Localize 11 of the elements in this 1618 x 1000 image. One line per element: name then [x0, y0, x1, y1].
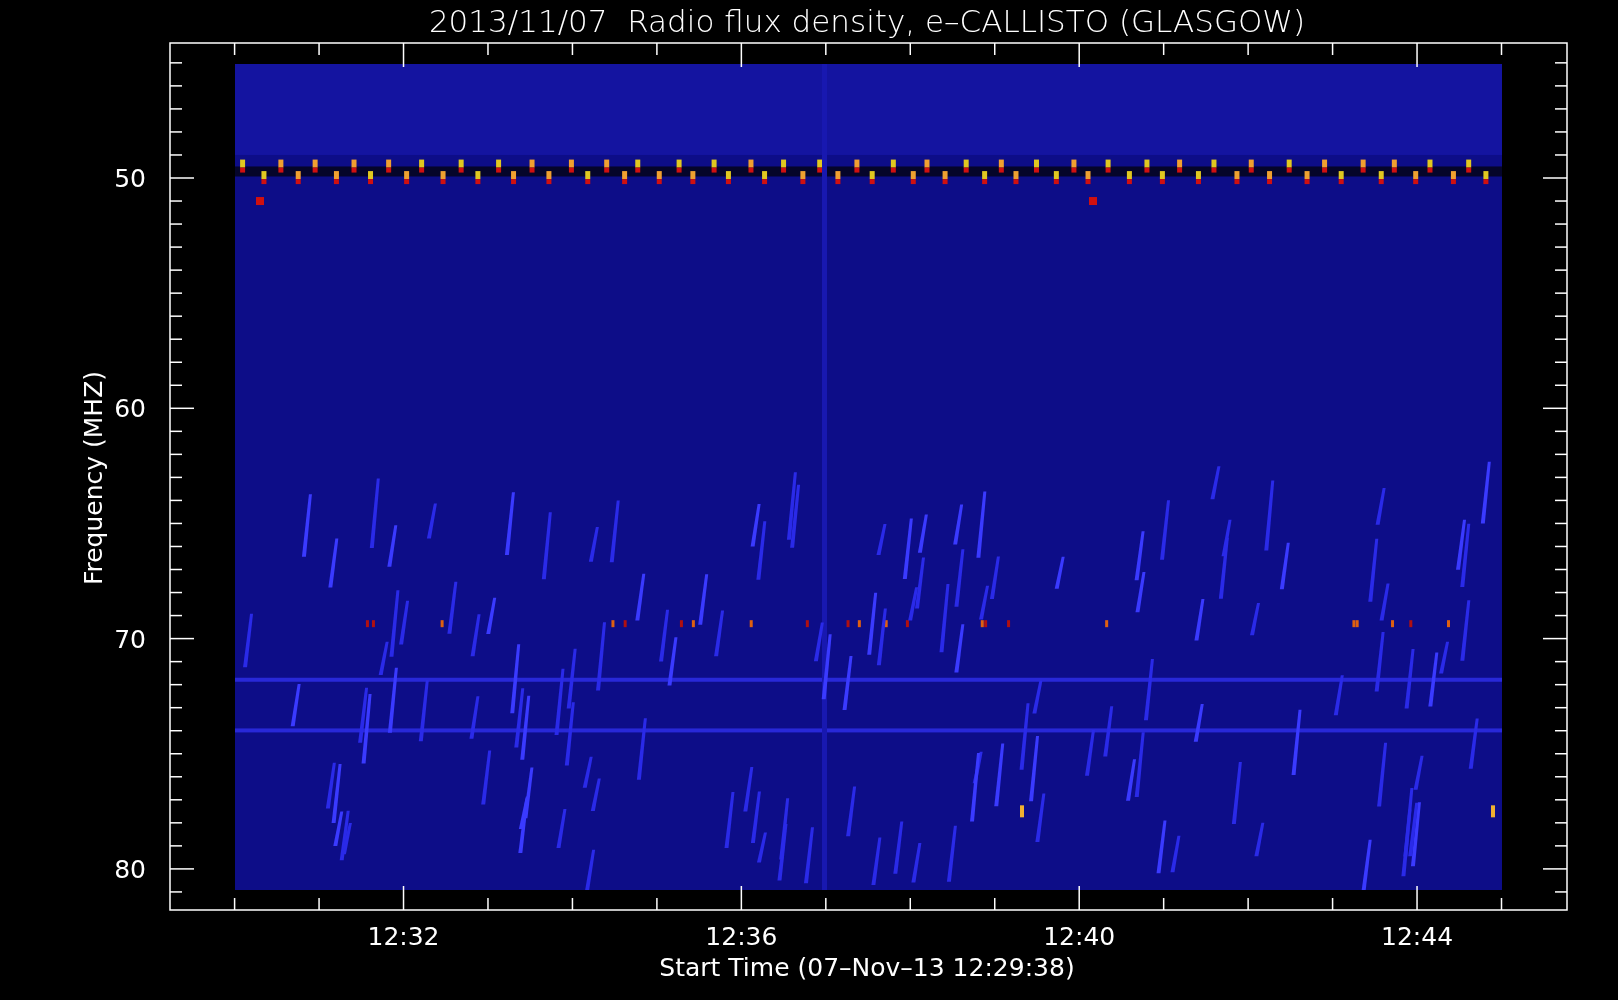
- plot-title: 2013/11/07 Radio flux density, e–CALLISTO (GLASGOW): [428, 3, 1306, 39]
- tick-label: 80: [114, 854, 146, 884]
- tick-label: 12:36: [705, 922, 778, 951]
- tick-label: 70: [114, 624, 146, 654]
- tick-label: 12:44: [1381, 922, 1454, 951]
- tick-label: 60: [114, 394, 146, 424]
- axis-label: Frequency (MHZ): [79, 370, 108, 586]
- axis-label: Start Time (07–Nov–13 12:29:38): [659, 953, 1075, 982]
- tick-label: 12:40: [1043, 922, 1116, 951]
- tick-label: 50: [114, 164, 146, 193]
- tick-label: 12:32: [367, 922, 440, 951]
